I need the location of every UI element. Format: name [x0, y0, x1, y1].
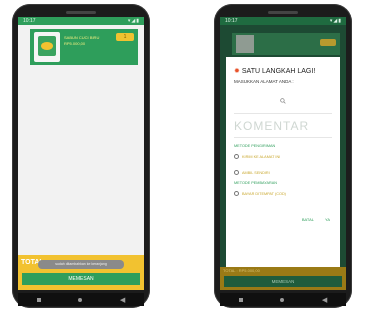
total-label: TOTAL : RP5.000,00	[223, 268, 260, 273]
radio-icon[interactable]	[234, 191, 239, 196]
payment-method-label: METODE PEMBAYARAN	[234, 181, 278, 185]
cart-item[interactable]: SABUN CUCI BIRU RP5.000,00 1	[30, 29, 138, 65]
status-bar: 10:17 ▾◢▮	[220, 17, 346, 25]
payment-option-cod[interactable]: BAYAR DITEMPAT (COD)	[234, 190, 286, 197]
speaker	[268, 11, 298, 14]
checkout-dialog: ✹ SATU LANGKAH LAGI! MASUKKAN ALAMAT ANDA…	[226, 57, 340, 269]
dimmed-background: ✹ SATU LANGKAH LAGI! MASUKKAN ALAMAT ANDA…	[220, 25, 346, 290]
search-icon[interactable]	[280, 98, 286, 104]
product-price: RP5.000,00	[64, 41, 86, 46]
order-button[interactable]: MEMESAN	[22, 273, 140, 285]
status-bar: 10:17 ▾◢▮	[18, 17, 144, 25]
recent-apps-icon[interactable]	[238, 297, 243, 302]
comment-input[interactable]: KOMENTAR	[234, 119, 309, 133]
fire-icon: ✹	[234, 68, 240, 75]
cart-item-dimmed	[232, 33, 340, 55]
confirm-button[interactable]: YA	[325, 217, 330, 222]
back-icon[interactable]: ◀	[120, 296, 125, 304]
status-time: 10:17	[225, 18, 238, 24]
quantity-button	[320, 39, 336, 46]
home-icon[interactable]	[280, 297, 285, 302]
cart-screen: 10:17 ▾◢▮ SABUN CUCI BIRU RP5.000,00 1 T…	[18, 17, 144, 290]
dialog-title: ✹ SATU LANGKAH LAGI!	[234, 68, 316, 75]
recent-apps-icon[interactable]	[36, 297, 41, 302]
radio-icon[interactable]	[234, 154, 239, 159]
total-bar: TOTAL sudah ditambahkan ke keranjang MEM…	[18, 255, 144, 290]
phone-left: 10:17 ▾◢▮ SABUN CUCI BIRU RP5.000,00 1 T…	[12, 4, 150, 308]
quantity-button[interactable]: 1	[116, 33, 134, 41]
order-button: MEMESAN	[224, 276, 342, 287]
status-time: 10:17	[23, 18, 36, 24]
nav-bar: ◀	[220, 293, 346, 306]
cancel-button[interactable]: BATAL	[302, 217, 314, 222]
speaker	[66, 11, 96, 14]
toast-message: sudah ditambahkan ke keranjang	[38, 260, 124, 269]
address-input[interactable]	[234, 113, 332, 114]
dialog-subtitle: MASUKKAN ALAMAT ANDA :	[234, 79, 294, 84]
comment-underline	[234, 137, 332, 138]
total-bar: TOTAL : RP5.000,00 MEMESAN	[220, 267, 346, 290]
status-icons: ▾◢▮	[329, 18, 342, 24]
dialog-actions: BATAL YA	[292, 217, 330, 222]
nav-bar: ◀	[18, 293, 144, 306]
product-image	[236, 35, 254, 53]
shipping-method-label: METODE PENGIRIMAN	[234, 144, 276, 148]
shipping-option-pickup[interactable]: AMBIL SENDIRI	[234, 169, 270, 176]
radio-icon[interactable]	[234, 170, 239, 175]
back-icon[interactable]: ◀	[322, 296, 327, 304]
product-image	[34, 32, 60, 62]
status-icons: ▾◢▮	[127, 18, 140, 24]
product-name: SABUN CUCI BIRU	[64, 35, 100, 40]
shipping-option-deliver[interactable]: KIRIM KE ALAMAT INI	[234, 153, 280, 160]
home-icon[interactable]	[78, 297, 83, 302]
phone-right: 10:17 ▾◢▮ ✹ SATU LANGKAH LAGI! MASUKKAN A…	[214, 4, 352, 308]
checkout-screen: 10:17 ▾◢▮ ✹ SATU LANGKAH LAGI! MASUKKAN A…	[220, 17, 346, 290]
